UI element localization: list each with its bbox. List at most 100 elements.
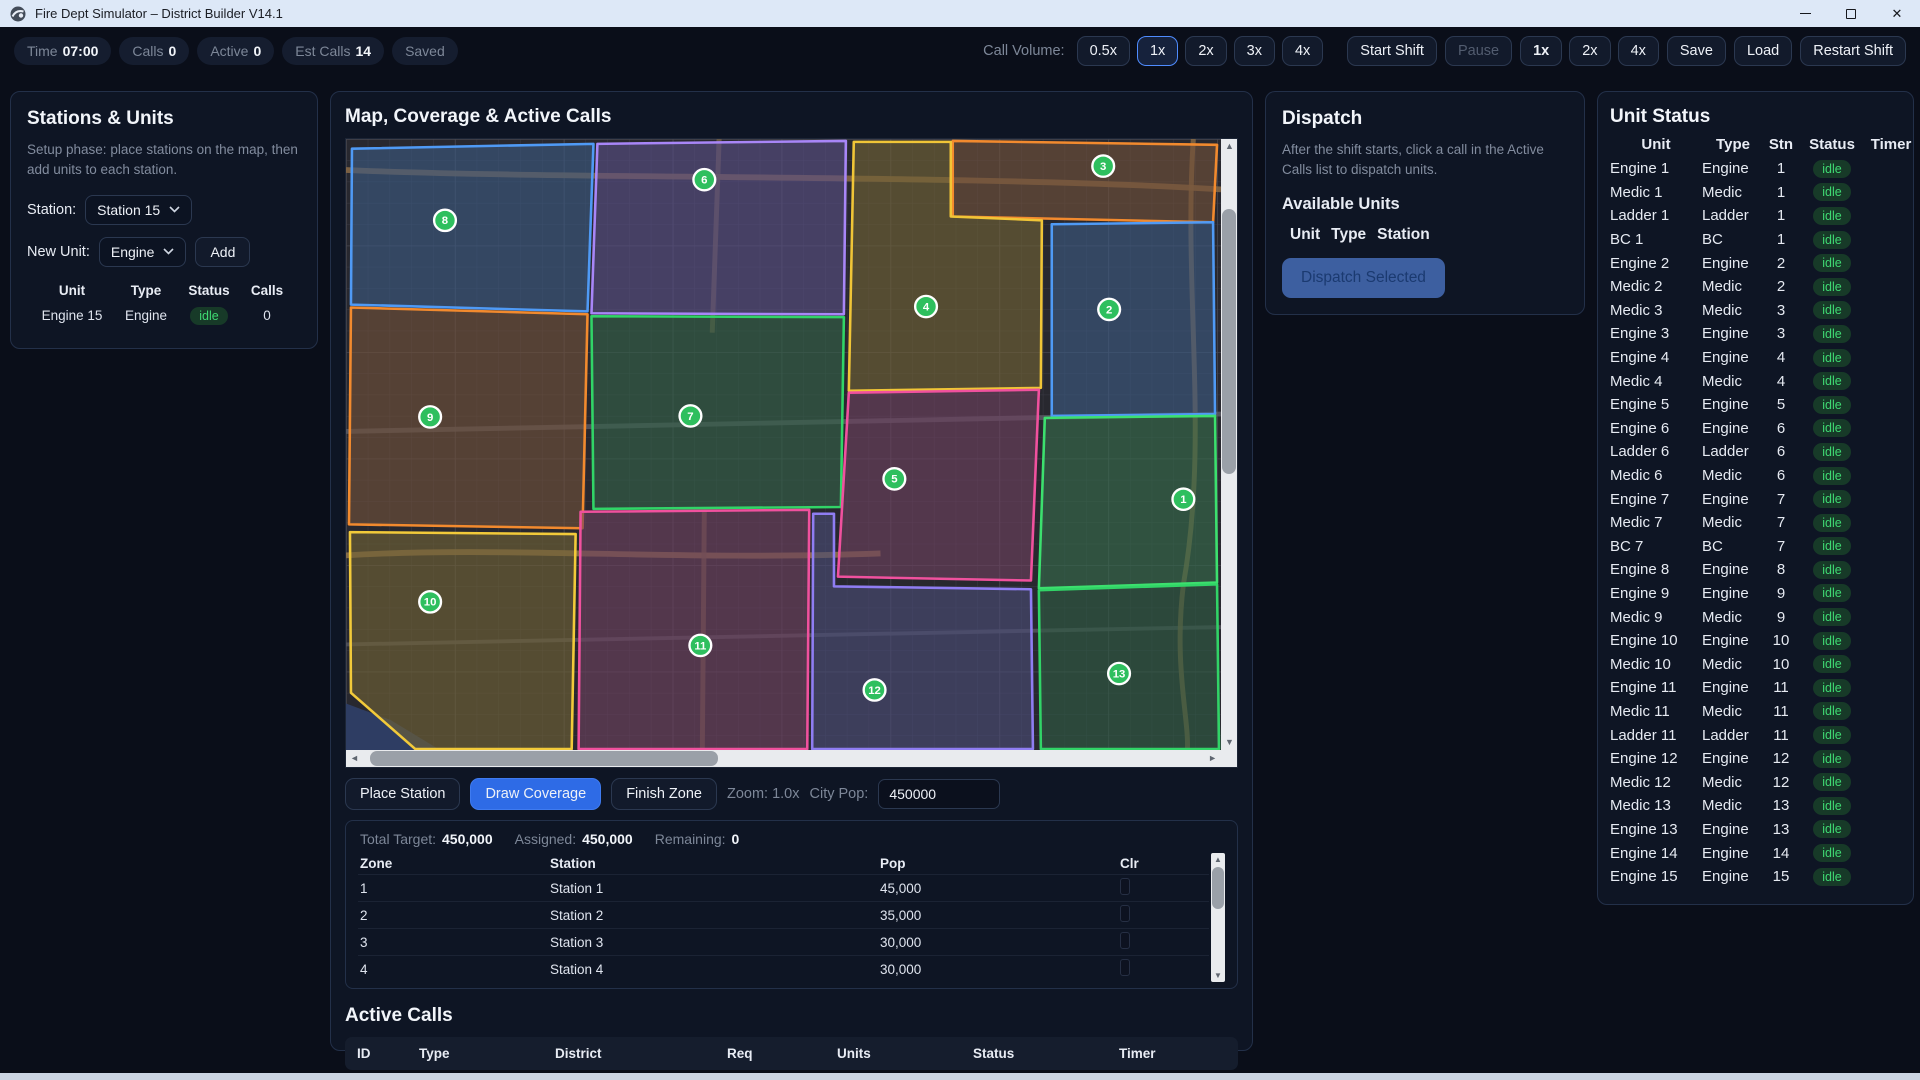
zone-polygon-13[interactable] [1039, 584, 1219, 749]
unit-status-row[interactable]: Ladder 6Ladder6idle [1610, 440, 1901, 464]
station-marker-9[interactable]: 9 [419, 406, 441, 427]
zone-polygon-7[interactable] [591, 316, 843, 509]
unit-status-row[interactable]: Medic 3Medic3idle [1610, 299, 1901, 323]
unit-status-row[interactable]: Engine 15Engine15idle [1610, 865, 1901, 889]
sim-speed-4x[interactable]: 4x [1618, 36, 1659, 66]
call-volume-4x[interactable]: 4x [1282, 36, 1323, 66]
unit-status-row[interactable]: Ladder 1Ladder1idle [1610, 204, 1901, 228]
station-marker-12[interactable]: 12 [864, 679, 886, 700]
station-marker-2[interactable]: 2 [1098, 299, 1120, 320]
station-unit-row[interactable]: Engine 15Engineidle0 [27, 302, 301, 330]
zone-polygon-11[interactable] [579, 510, 810, 749]
pause-button[interactable]: Pause [1445, 36, 1512, 66]
unit-status-row[interactable]: Engine 11Engine11idle [1610, 676, 1901, 700]
call-volume-3x[interactable]: 3x [1234, 36, 1275, 66]
unit-status-row[interactable]: Engine 6Engine6idle [1610, 417, 1901, 441]
draw-coverage-button[interactable]: Draw Coverage [470, 778, 601, 810]
unit-status-row[interactable]: Engine 2Engine2idle [1610, 251, 1901, 275]
station-select[interactable]: Station 15 [85, 195, 192, 225]
zone-polygon-10[interactable] [350, 532, 576, 749]
city-pop-input[interactable] [878, 779, 1000, 809]
new-unit-select[interactable]: Engine [99, 237, 187, 267]
station-marker-1[interactable]: 1 [1172, 489, 1194, 510]
scroll-down-icon[interactable]: ▼ [1214, 971, 1222, 980]
station-marker-8[interactable]: 8 [434, 210, 456, 231]
call-volume-0.5x[interactable]: 0.5x [1077, 36, 1130, 66]
unit-status-row[interactable]: Medic 10Medic10idle [1610, 652, 1901, 676]
zone-color-swatch[interactable] [1120, 905, 1130, 922]
unit-status-row[interactable]: Engine 5Engine5idle [1610, 393, 1901, 417]
finish-zone-button[interactable]: Finish Zone [611, 778, 717, 810]
add-unit-button[interactable]: Add [195, 237, 250, 267]
station-marker-10[interactable]: 10 [419, 591, 441, 612]
zone-polygon-3[interactable] [953, 141, 1217, 222]
station-marker-11[interactable]: 11 [689, 635, 711, 656]
unit-status-row[interactable]: Engine 9Engine9idle [1610, 582, 1901, 606]
unit-status-row[interactable]: Medic 2Medic2idle [1610, 275, 1901, 299]
unit-status-row[interactable]: Engine 1Engine1idle [1610, 157, 1901, 181]
unit-status-row[interactable]: Engine 10Engine10idle [1610, 629, 1901, 653]
zone-row[interactable]: 1Station 145,000 [358, 874, 1209, 901]
dispatch-selected-button[interactable]: Dispatch Selected [1282, 258, 1445, 298]
station-marker-5[interactable]: 5 [883, 468, 905, 489]
station-marker-7[interactable]: 7 [680, 405, 702, 426]
unit-status-row[interactable]: Medic 13Medic13idle [1610, 794, 1901, 818]
load-button[interactable]: Load [1734, 36, 1792, 66]
sim-speed-2x[interactable]: 2x [1569, 36, 1610, 66]
map-vertical-scrollbar[interactable]: ▲ ▼ [1221, 139, 1237, 750]
zone-row[interactable]: 3Station 330,000 [358, 928, 1209, 955]
call-volume-2x[interactable]: 2x [1185, 36, 1226, 66]
scroll-left-icon[interactable]: ◄ [350, 754, 359, 763]
unit-status-row[interactable]: Engine 3Engine3idle [1610, 322, 1901, 346]
sim-speed-1x[interactable]: 1x [1520, 36, 1562, 66]
restart-shift-button[interactable]: Restart Shift [1800, 36, 1906, 66]
zone-row[interactable]: 4Station 430,000 [358, 955, 1209, 982]
scroll-up-icon[interactable]: ▲ [1214, 855, 1222, 864]
unit-status-row[interactable]: Ladder 11Ladder11idle [1610, 723, 1901, 747]
map-vscroll-thumb[interactable] [1222, 209, 1236, 474]
zone-polygon-8[interactable] [351, 144, 594, 312]
zone-polygon-9[interactable] [349, 307, 588, 528]
scroll-down-icon[interactable]: ▼ [1225, 738, 1234, 747]
maximize-button[interactable] [1828, 0, 1874, 27]
station-marker-6[interactable]: 6 [693, 169, 715, 190]
zone-color-swatch[interactable] [1120, 932, 1130, 949]
unit-status-row[interactable]: Medic 7Medic7idle [1610, 511, 1901, 535]
unit-status-row[interactable]: BC 7BC7idle [1610, 535, 1901, 559]
map-horizontal-scrollbar[interactable]: ◄ ► [346, 750, 1221, 767]
map-hscroll-thumb[interactable] [370, 751, 718, 766]
zone-polygon-5[interactable] [838, 390, 1039, 581]
scroll-right-icon[interactable]: ► [1208, 754, 1217, 763]
unit-status-row[interactable]: Engine 14Engine14idle [1610, 841, 1901, 865]
place-station-button[interactable]: Place Station [345, 778, 460, 810]
unit-status-row[interactable]: BC 1BC1idle [1610, 228, 1901, 252]
zone-scroll-thumb[interactable] [1212, 867, 1224, 909]
city-map[interactable]: 12345678910111213 [346, 139, 1221, 750]
unit-status-row[interactable]: Engine 12Engine12idle [1610, 747, 1901, 771]
zone-row[interactable]: 2Station 235,000 [358, 901, 1209, 928]
zone-table-scrollbar[interactable]: ▲ ▼ [1211, 853, 1225, 982]
unit-status-row[interactable]: Medic 1Medic1idle [1610, 181, 1901, 205]
station-marker-3[interactable]: 3 [1092, 155, 1114, 176]
scroll-up-icon[interactable]: ▲ [1225, 142, 1234, 151]
unit-status-row[interactable]: Engine 13Engine13idle [1610, 818, 1901, 842]
unit-status-row[interactable]: Engine 8Engine8idle [1610, 558, 1901, 582]
unit-status-row[interactable]: Engine 7Engine7idle [1610, 487, 1901, 511]
close-button[interactable]: ✕ [1874, 0, 1920, 27]
zone-polygon-2[interactable] [1052, 222, 1215, 416]
unit-status-row[interactable]: Medic 9Medic9idle [1610, 605, 1901, 629]
unit-status-row[interactable]: Medic 11Medic11idle [1610, 700, 1901, 724]
zone-color-swatch[interactable] [1120, 878, 1130, 895]
zone-color-swatch[interactable] [1120, 959, 1130, 976]
unit-status-row[interactable]: Medic 4Medic4idle [1610, 369, 1901, 393]
station-marker-13[interactable]: 13 [1108, 663, 1130, 684]
save-button[interactable]: Save [1667, 36, 1726, 66]
zone-polygon-6[interactable] [591, 141, 845, 314]
call-volume-1x[interactable]: 1x [1137, 36, 1178, 66]
station-marker-4[interactable]: 4 [915, 296, 937, 317]
start-shift-button[interactable]: Start Shift [1347, 36, 1437, 66]
unit-status-row[interactable]: Medic 6Medic6idle [1610, 464, 1901, 488]
minimize-button[interactable] [1782, 0, 1828, 27]
unit-status-row[interactable]: Medic 12Medic12idle [1610, 770, 1901, 794]
unit-status-row[interactable]: Engine 4Engine4idle [1610, 346, 1901, 370]
